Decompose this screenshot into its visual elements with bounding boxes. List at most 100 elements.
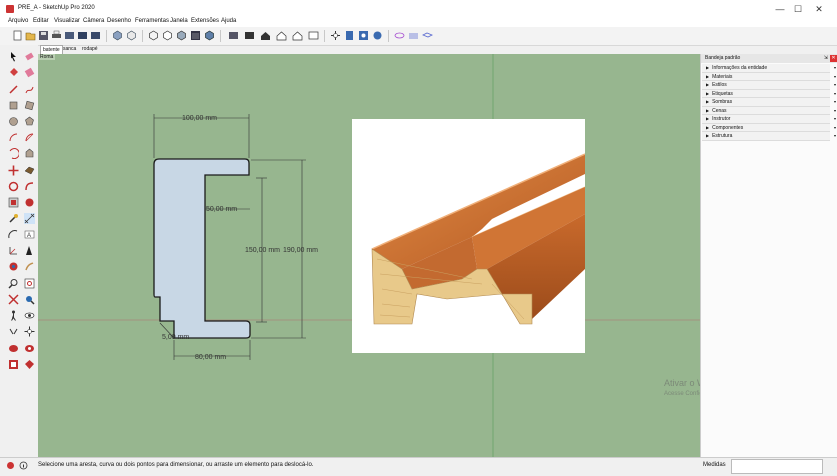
- chevron-down-icon[interactable]: ▾: [834, 73, 836, 81]
- panel-styles[interactable]: ▶ Estilos ▾: [702, 81, 836, 90]
- tab-sanca[interactable]: sanca: [61, 45, 78, 53]
- freehand-icon[interactable]: [24, 84, 35, 95]
- outer-shell-icon[interactable]: [24, 197, 35, 208]
- zoom-window-icon[interactable]: [24, 278, 35, 289]
- new-file-icon[interactable]: [12, 30, 23, 41]
- zoom-icon[interactable]: [8, 278, 19, 289]
- protractor-icon[interactable]: [8, 229, 19, 240]
- menu-ferramentas[interactable]: Ferramentas: [135, 18, 169, 24]
- chevron-down-icon[interactable]: ▾: [834, 132, 836, 140]
- menu-visualizar[interactable]: Visualizar: [54, 18, 80, 24]
- tab-rodape[interactable]: rodapé: [80, 45, 100, 53]
- offset-icon[interactable]: [8, 197, 19, 208]
- rotated-rect-icon[interactable]: [24, 100, 35, 111]
- chevron-down-icon[interactable]: ▾: [834, 98, 836, 106]
- ruby-icon[interactable]: [24, 359, 35, 370]
- back-edges-icon[interactable]: [126, 30, 137, 41]
- door-frame-profile[interactable]: [153, 158, 251, 339]
- sandbox-icon[interactable]: [8, 343, 19, 354]
- menu-arquivo[interactable]: Arquivo: [8, 18, 28, 24]
- geo-location-icon[interactable]: [6, 461, 15, 470]
- top-view-icon[interactable]: [244, 30, 255, 41]
- panel-instructor[interactable]: ▶ Instrutor ▾: [702, 115, 836, 124]
- look-around-icon[interactable]: [24, 310, 35, 321]
- menu-desenho[interactable]: Desenho: [107, 18, 131, 24]
- section-fill-icon[interactable]: [422, 30, 433, 41]
- chevron-down-icon[interactable]: ▾: [834, 124, 836, 132]
- chevron-down-icon[interactable]: ▾: [834, 64, 836, 72]
- menu-editar[interactable]: Editar: [33, 18, 49, 24]
- dim-total-height[interactable]: 190,00 mm: [283, 247, 318, 254]
- open-icon[interactable]: [25, 30, 36, 41]
- pan-icon[interactable]: [24, 261, 35, 272]
- section-plane-icon[interactable]: [24, 326, 35, 337]
- maximize-button[interactable]: ☐: [790, 3, 806, 15]
- drawing-viewport[interactable]: Roma 100,00 mm 50,00 mm 150,00 mm 190,00…: [38, 54, 700, 457]
- menu-camera[interactable]: Câmera: [83, 18, 104, 24]
- dimension-icon[interactable]: [24, 213, 35, 224]
- zoom-icon[interactable]: [358, 30, 369, 41]
- close-button[interactable]: ✕: [811, 3, 827, 15]
- dim-top-width[interactable]: 100,00 mm: [182, 115, 217, 122]
- warehouse-icon[interactable]: [24, 343, 35, 354]
- shaded-icon[interactable]: [176, 30, 187, 41]
- 3d-text-icon[interactable]: [24, 245, 35, 256]
- dim-bottom-width[interactable]: 80,00 mm: [195, 354, 226, 361]
- axes-icon[interactable]: [8, 245, 19, 256]
- section-display-icon[interactable]: [408, 30, 419, 41]
- menu-extensoes[interactable]: Extensões: [191, 18, 219, 24]
- panel-scenes[interactable]: ▶ Cenas ▾: [702, 106, 836, 115]
- save-icon[interactable]: [38, 30, 49, 41]
- zoom-extents-icon[interactable]: [372, 30, 383, 41]
- move-icon[interactable]: [8, 165, 19, 176]
- eraser-icon[interactable]: [24, 51, 35, 62]
- measures-input[interactable]: [731, 459, 823, 474]
- zoom-extents-icon[interactable]: [8, 294, 19, 305]
- iso-view-icon[interactable]: [228, 30, 239, 41]
- select-icon[interactable]: [8, 51, 19, 62]
- position-camera-icon[interactable]: [8, 326, 19, 337]
- reference-image[interactable]: [352, 119, 586, 353]
- copy-icon[interactable]: [90, 30, 101, 41]
- left-view-icon[interactable]: [308, 30, 319, 41]
- 3pt-arc-icon[interactable]: [8, 148, 19, 159]
- front-view-icon[interactable]: [260, 30, 271, 41]
- panel-components[interactable]: ▶ Componentes ▾: [702, 123, 836, 132]
- chevron-down-icon[interactable]: ▾: [834, 90, 836, 98]
- dim-bottom-small[interactable]: 5,00 mm: [162, 334, 189, 341]
- menu-janela[interactable]: Janela: [170, 18, 188, 24]
- panel-tags[interactable]: ▶ Etiquetas ▾: [702, 89, 836, 98]
- follow-me-icon[interactable]: [24, 165, 35, 176]
- menu-ajuda[interactable]: Ajuda: [221, 18, 236, 24]
- chevron-down-icon[interactable]: ▾: [834, 115, 836, 123]
- back-view-icon[interactable]: [292, 30, 303, 41]
- model-info-icon[interactable]: [64, 30, 75, 41]
- right-view-icon[interactable]: [276, 30, 287, 41]
- extension-warehouse-icon[interactable]: [8, 359, 19, 370]
- info-icon[interactable]: [19, 461, 28, 470]
- section-plane-icon[interactable]: [394, 30, 405, 41]
- hidden-line-icon[interactable]: [162, 30, 173, 41]
- line-icon[interactable]: [24, 67, 35, 78]
- wireframe-icon[interactable]: [148, 30, 159, 41]
- panel-shadows[interactable]: ▶ Sombras ▾: [702, 98, 836, 107]
- monochrome-icon[interactable]: [204, 30, 215, 41]
- rectangle-icon[interactable]: [8, 100, 19, 111]
- pan-icon[interactable]: [344, 30, 355, 41]
- push-pull-icon[interactable]: [24, 148, 35, 159]
- orbit-icon[interactable]: [8, 261, 19, 272]
- tape-measure-icon[interactable]: [8, 213, 19, 224]
- cut-icon[interactable]: [77, 30, 88, 41]
- minimize-button[interactable]: —: [772, 3, 788, 15]
- dim-inner-height[interactable]: 150,00 mm: [245, 247, 280, 254]
- pencil-icon[interactable]: [8, 84, 19, 95]
- tray-close-button[interactable]: ✕: [830, 55, 837, 62]
- panel-outliner[interactable]: ▶ Estrutura ▾: [702, 132, 836, 141]
- previous-icon[interactable]: [24, 294, 35, 305]
- polygon-icon[interactable]: [24, 116, 35, 127]
- chevron-down-icon[interactable]: ▾: [834, 107, 836, 115]
- print-icon[interactable]: [51, 30, 62, 41]
- pie-icon[interactable]: [24, 132, 35, 143]
- panel-entity-info[interactable]: ▶ Informações da entidade ▾: [702, 64, 836, 73]
- shaded-texture-icon[interactable]: [190, 30, 201, 41]
